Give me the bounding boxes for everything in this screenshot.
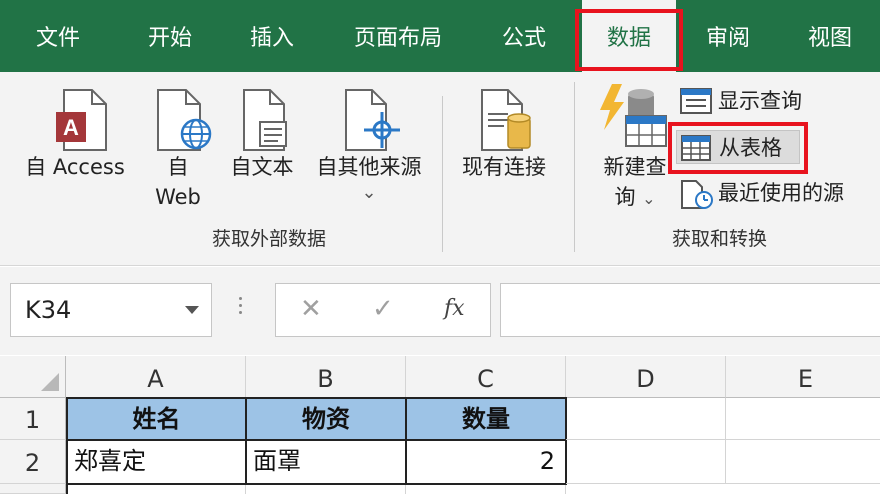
- enter-check-icon[interactable]: ✓: [372, 294, 394, 324]
- recent-sources-button[interactable]: 最近使用的源: [680, 176, 870, 210]
- tab-insert[interactable]: 插入: [226, 0, 318, 72]
- cell-e1[interactable]: [726, 398, 880, 440]
- row-header-2[interactable]: 2: [0, 440, 66, 484]
- chevron-down-icon[interactable]: [185, 306, 199, 314]
- web-globe-icon: [157, 89, 212, 151]
- access-database-icon: A: [56, 89, 107, 151]
- tab-file[interactable]: 文件: [14, 0, 102, 72]
- name-box[interactable]: K34: [10, 283, 212, 337]
- cell-c2[interactable]: 2: [405, 440, 567, 485]
- new-query-button[interactable]: 新建查 询 ⌄: [590, 84, 680, 214]
- cell-c1[interactable]: 数量: [405, 397, 567, 441]
- existing-connections-icon: [481, 89, 531, 151]
- tab-formulas[interactable]: 公式: [482, 0, 566, 72]
- new-query-label-line2: 询: [614, 185, 636, 209]
- formula-input[interactable]: [500, 283, 880, 337]
- from-text-button[interactable]: 自文本: [222, 84, 302, 214]
- cell-d1[interactable]: [566, 398, 726, 440]
- cell-b3[interactable]: [246, 485, 406, 494]
- column-header-b[interactable]: B: [246, 356, 406, 398]
- tab-home[interactable]: 开始: [126, 0, 214, 72]
- spreadsheet-grid: A B C D E 1 2 姓名 物资 数量 郑喜定 面罩 2: [0, 356, 880, 494]
- text-file-icon: [243, 89, 287, 151]
- cell-a3[interactable]: [66, 485, 246, 494]
- ribbon-panel: A 自 Access 自 Web 自文本 自其他来源 ⌄ 获取外部数据 现有连接…: [0, 72, 880, 266]
- column-header-a[interactable]: A: [66, 356, 246, 398]
- select-all-button[interactable]: [0, 356, 66, 398]
- formula-bar: K34 ✕ ✓ fx: [0, 267, 880, 355]
- from-other-sources-button[interactable]: 自其他来源 ⌄: [306, 84, 432, 214]
- recent-sources-clock-icon: [681, 180, 713, 209]
- chevron-down-icon: ⌄: [361, 182, 377, 203]
- cell-e2[interactable]: [726, 440, 880, 484]
- show-queries-icon: [680, 88, 712, 114]
- formula-buttons: ✕ ✓ fx: [275, 283, 491, 337]
- table-grid-icon: [681, 135, 711, 161]
- from-access-button[interactable]: A 自 Access: [14, 84, 136, 214]
- show-queries-button[interactable]: 显示查询: [680, 84, 830, 118]
- cell-c3[interactable]: [406, 485, 566, 494]
- chevron-down-icon: ⌄: [642, 189, 656, 208]
- ribbon-separator: [442, 96, 443, 252]
- cell-b1[interactable]: 物资: [245, 397, 407, 441]
- tab-data[interactable]: 数据: [582, 0, 676, 72]
- group-label-get-external-data: 获取外部数据: [212, 228, 327, 250]
- new-query-icon: [600, 84, 667, 147]
- other-sources-icon: [345, 89, 400, 151]
- column-header-c[interactable]: C: [406, 356, 566, 398]
- cell-d2[interactable]: [566, 440, 726, 484]
- existing-connections-button[interactable]: 现有连接: [450, 84, 558, 214]
- svg-text:A: A: [63, 115, 79, 140]
- from-web-button[interactable]: 自 Web: [140, 84, 216, 214]
- tab-view[interactable]: 视图: [790, 0, 870, 72]
- from-table-button[interactable]: 从表格: [676, 130, 800, 164]
- cell-a1[interactable]: 姓名: [66, 397, 247, 441]
- row-header-3[interactable]: [0, 484, 66, 494]
- select-all-triangle-icon: [41, 373, 59, 391]
- ribbon-tab-bar: 文件 开始 插入 页面布局 公式 数据 审阅 视图: [0, 0, 880, 72]
- ribbon-separator: [574, 82, 575, 252]
- tab-page-layout[interactable]: 页面布局: [340, 0, 456, 72]
- column-header-e[interactable]: E: [726, 356, 880, 398]
- cell-a2[interactable]: 郑喜定: [66, 440, 247, 485]
- formula-bar-resize-handle[interactable]: [238, 297, 244, 318]
- tab-review[interactable]: 审阅: [688, 0, 768, 72]
- cell-b2[interactable]: 面罩: [245, 440, 407, 485]
- cancel-icon[interactable]: ✕: [300, 294, 322, 324]
- insert-function-icon[interactable]: fx: [444, 296, 465, 321]
- column-header-d[interactable]: D: [566, 356, 726, 398]
- group-label-get-and-transform: 获取和转换: [672, 228, 768, 250]
- name-box-value: K34: [25, 296, 72, 324]
- row-header-1[interactable]: 1: [0, 398, 66, 440]
